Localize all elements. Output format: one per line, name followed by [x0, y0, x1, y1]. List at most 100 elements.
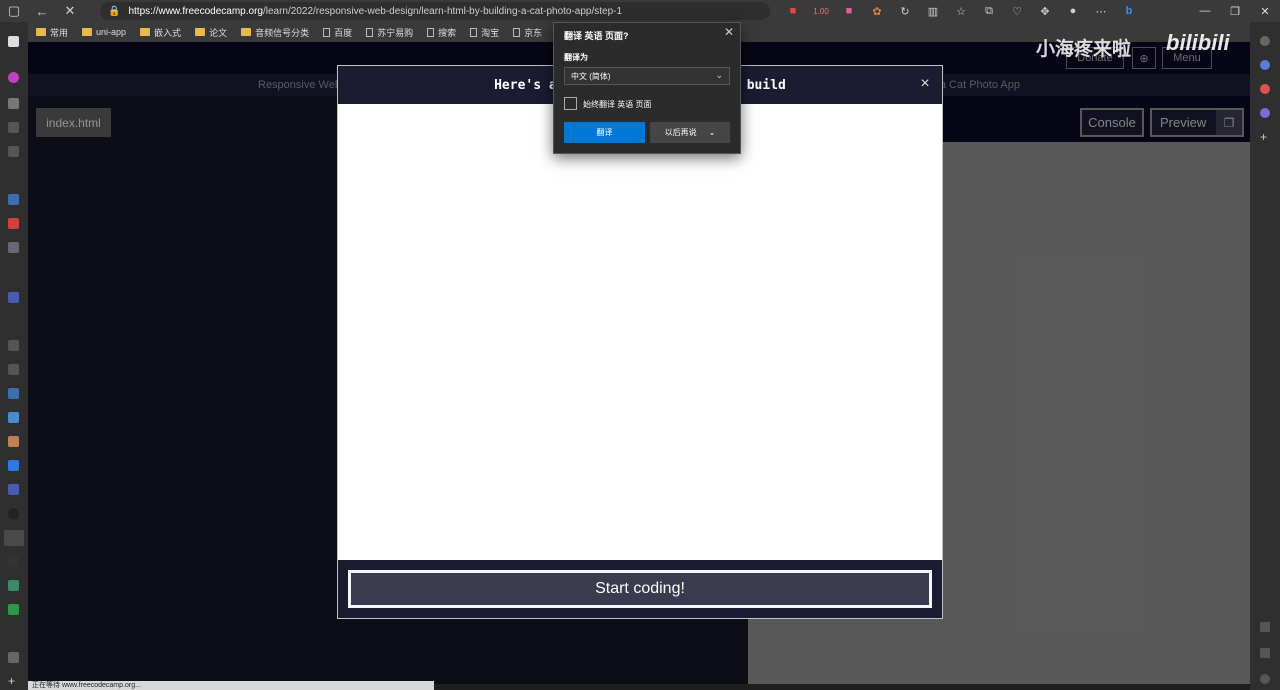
- tab-favicon[interactable]: [8, 388, 19, 399]
- bookmark-folder[interactable]: 常用: [36, 26, 68, 39]
- folder-icon: [195, 28, 206, 36]
- page-icon: [427, 27, 435, 37]
- edge-sidebar: +: [1250, 22, 1280, 690]
- tab-favicon[interactable]: [8, 604, 19, 615]
- page-icon: [366, 27, 374, 37]
- tab-favicon[interactable]: [8, 460, 19, 471]
- video-watermark: 小海疼来啦: [1036, 39, 1132, 60]
- modal-title-start: Here's a: [494, 77, 557, 93]
- folder-icon: [82, 28, 93, 36]
- bookmark-folder[interactable]: 音频信号分类: [241, 26, 309, 39]
- vertical-tabs: +: [0, 22, 28, 690]
- extension-orange-icon[interactable]: ✿: [864, 5, 890, 18]
- tab-actions-icon[interactable]: ▢: [0, 0, 28, 22]
- sidebar-tools-icon[interactable]: [1260, 84, 1270, 94]
- modal-title-end: build: [746, 77, 786, 93]
- tab-favicon[interactable]: [8, 242, 19, 253]
- bookmark-link[interactable]: 苏宁易购: [366, 26, 413, 39]
- minimize-button[interactable]: —: [1190, 0, 1220, 22]
- zoom-level[interactable]: 1.00: [808, 7, 834, 16]
- translate-button[interactable]: 翻译: [564, 122, 645, 143]
- tab-favicon[interactable]: [8, 146, 19, 157]
- bookmark-folder[interactable]: uni-app: [82, 27, 126, 37]
- chevron-down-icon: ⌄: [715, 70, 723, 80]
- tab-favicon[interactable]: [8, 36, 19, 47]
- tab-favicon[interactable]: [8, 436, 19, 447]
- split-screen-icon[interactable]: ▥: [920, 5, 946, 18]
- status-bar: 正在等待 www.freecodecamp.org...: [28, 681, 434, 690]
- collections-icon[interactable]: ⧉: [976, 5, 1002, 18]
- translate-language-select[interactable]: 中文 (简体) ⌄: [564, 67, 730, 85]
- translate-popup: 翻译 英语 页面? ✕ 翻译为 中文 (简体) ⌄ 始终翻译 英语 页面 翻译 …: [553, 22, 741, 154]
- new-tab-icon[interactable]: +: [8, 675, 19, 687]
- bookmark-folder[interactable]: 论文: [195, 26, 227, 39]
- restore-button[interactable]: ❐: [1220, 0, 1250, 22]
- tab-favicon[interactable]: [8, 580, 19, 591]
- translate-target-label: 翻译为: [564, 53, 588, 62]
- translate-close-icon[interactable]: ✕: [724, 25, 734, 39]
- stop-loading-button[interactable]: ✕: [56, 0, 84, 22]
- url-host: https://www.freecodecamp.org: [128, 5, 263, 17]
- sidebar-add-icon[interactable]: +: [1260, 131, 1270, 143]
- refresh-icon[interactable]: ↻: [892, 5, 918, 18]
- bing-icon[interactable]: b: [1116, 5, 1142, 17]
- folder-icon: [241, 28, 252, 36]
- extension-pink-icon[interactable]: ■: [836, 5, 862, 17]
- bookmark-link[interactable]: 搜索: [427, 26, 456, 39]
- not-now-button[interactable]: 以后再说 ⌄: [650, 122, 730, 143]
- sidebar-settings-icon[interactable]: [1260, 674, 1270, 684]
- close-window-button[interactable]: ✕: [1250, 0, 1280, 22]
- bookmark-link[interactable]: 百度: [323, 26, 352, 39]
- always-translate-label: 始终翻译 英语 页面: [583, 100, 652, 109]
- tab-favicon[interactable]: [8, 508, 19, 519]
- page-icon: [513, 27, 521, 37]
- sidebar-games-icon[interactable]: [1260, 108, 1270, 118]
- window-controls: — ❐ ✕: [1190, 0, 1280, 22]
- sidebar-split-icon[interactable]: [1260, 622, 1270, 632]
- extension-red-icon[interactable]: ■: [780, 5, 806, 17]
- bookmark-folder[interactable]: 嵌入式: [140, 26, 181, 39]
- profile-icon[interactable]: ●: [1060, 5, 1086, 17]
- tab-favicon[interactable]: [8, 652, 19, 663]
- url-path: /learn/2022/responsive-web-design/learn-…: [262, 5, 623, 17]
- start-coding-button[interactable]: Start coding!: [348, 570, 932, 608]
- sidebar-search-icon[interactable]: [1260, 36, 1270, 46]
- sidebar-external-icon[interactable]: [1260, 648, 1270, 658]
- folder-icon: [36, 28, 46, 36]
- tab-favicon[interactable]: [8, 98, 19, 109]
- page-icon: [470, 27, 478, 37]
- sidebar-shopping-icon[interactable]: [1260, 60, 1270, 70]
- not-now-label: 以后再说: [664, 128, 697, 137]
- modal-body: [338, 104, 942, 560]
- active-tab-favicon[interactable]: [4, 530, 24, 546]
- favorites-icon[interactable]: ☆: [948, 5, 974, 18]
- extension-icons: ■ 1.00 ■ ✿ ↻ ▥ ☆ ⧉ ♡ ✥ ● ⋯ b: [780, 0, 1142, 22]
- selected-language: 中文 (简体): [571, 71, 611, 81]
- lock-icon: 🔒: [108, 5, 121, 17]
- bilibili-logo: bilibili: [1166, 30, 1230, 55]
- tab-favicon[interactable]: [8, 412, 19, 423]
- modal-footer: Start coding!: [338, 560, 942, 618]
- tab-favicon[interactable]: [8, 292, 19, 303]
- extensions-icon[interactable]: ✥: [1032, 5, 1058, 18]
- folder-icon: [140, 28, 151, 36]
- tab-favicon[interactable]: [8, 484, 19, 495]
- bookmark-link[interactable]: 京东: [513, 26, 542, 39]
- modal-close-icon[interactable]: ×: [916, 75, 934, 93]
- tab-favicon[interactable]: [8, 340, 19, 351]
- more-menu-icon[interactable]: ⋯: [1088, 5, 1114, 18]
- horizontal-scrollbar[interactable]: [434, 684, 1250, 690]
- bookmark-link[interactable]: 淘宝: [470, 26, 499, 39]
- tab-favicon[interactable]: [8, 72, 19, 83]
- back-button[interactable]: ←: [28, 0, 56, 22]
- address-bar[interactable]: 🔒 https://www.freecodecamp.org/learn/202…: [100, 2, 770, 20]
- tab-favicon[interactable]: [8, 218, 19, 229]
- chevron-down-icon: ⌄: [708, 128, 716, 137]
- translate-title: 翻译 英语 页面?: [564, 31, 629, 41]
- tab-favicon[interactable]: [8, 194, 19, 205]
- performance-icon[interactable]: ♡: [1004, 5, 1030, 18]
- tab-favicon[interactable]: [8, 122, 19, 133]
- tab-favicon[interactable]: [8, 364, 19, 375]
- tab-favicon[interactable]: [8, 556, 19, 567]
- always-translate-checkbox[interactable]: [564, 97, 577, 110]
